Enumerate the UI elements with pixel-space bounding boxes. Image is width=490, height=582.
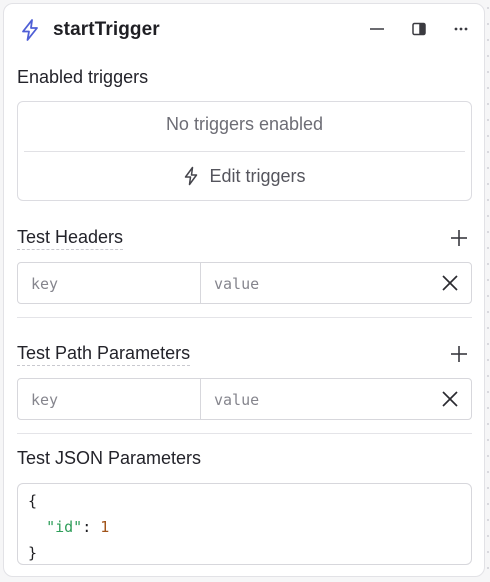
minimize-icon bbox=[370, 28, 384, 30]
test-headers-heading: Test Headers bbox=[17, 227, 124, 250]
trigger-panel: startTrigger Enabled triggers No trigger… bbox=[3, 3, 485, 577]
json-editor[interactable]: { "id": 1 } bbox=[17, 483, 472, 565]
path-parameter-key-input[interactable] bbox=[29, 389, 193, 411]
json-line-id: "id": 1 bbox=[28, 514, 471, 540]
add-path-parameter-button[interactable] bbox=[449, 344, 469, 364]
json-colon: : bbox=[82, 518, 101, 536]
json-value: 1 bbox=[100, 518, 110, 536]
no-triggers-text: No triggers enabled bbox=[165, 114, 324, 134]
close-icon bbox=[442, 391, 458, 407]
path-parameter-key-cell bbox=[18, 379, 201, 419]
path-parameter-value-input[interactable] bbox=[212, 389, 426, 411]
header-row bbox=[17, 262, 472, 304]
edit-triggers-button[interactable]: Edit triggers bbox=[18, 162, 471, 190]
divider bbox=[24, 151, 465, 152]
path-parameter-value-cell bbox=[201, 379, 431, 419]
close-icon bbox=[442, 275, 458, 291]
json-open-brace: { bbox=[28, 492, 38, 510]
header-value-cell bbox=[201, 263, 431, 303]
edit-triggers-label: Edit triggers bbox=[209, 165, 306, 186]
enabled-triggers-heading: Enabled triggers bbox=[17, 67, 149, 87]
header-key-cell bbox=[18, 263, 201, 303]
enabled-triggers-box: No triggers enabled Edit triggers bbox=[17, 101, 472, 201]
toggle-side-panel-button[interactable] bbox=[408, 18, 430, 40]
section-divider bbox=[17, 317, 472, 318]
json-close-brace: } bbox=[28, 544, 38, 562]
add-header-button[interactable] bbox=[449, 228, 469, 248]
more-options-icon bbox=[454, 27, 468, 31]
test-json-parameters-heading: Test JSON Parameters bbox=[17, 448, 202, 468]
header-value-input[interactable] bbox=[212, 273, 426, 295]
lightning-bolt-icon bbox=[19, 18, 41, 42]
json-key: "id" bbox=[46, 518, 83, 536]
minimize-button[interactable] bbox=[366, 18, 388, 40]
section-divider bbox=[17, 433, 472, 434]
more-options-button[interactable] bbox=[450, 18, 472, 40]
header-key-input[interactable] bbox=[29, 273, 193, 295]
test-path-parameters-heading: Test Path Parameters bbox=[17, 343, 191, 366]
remove-header-button[interactable] bbox=[441, 274, 459, 292]
lightning-bolt-icon bbox=[185, 166, 198, 186]
path-parameter-row bbox=[17, 378, 472, 420]
panel-header: startTrigger bbox=[4, 4, 484, 54]
remove-path-parameter-button[interactable] bbox=[441, 390, 459, 408]
plus-icon bbox=[451, 346, 467, 362]
plus-icon bbox=[451, 230, 467, 246]
page-title: startTrigger bbox=[53, 19, 160, 40]
side-panel-icon bbox=[412, 22, 426, 36]
